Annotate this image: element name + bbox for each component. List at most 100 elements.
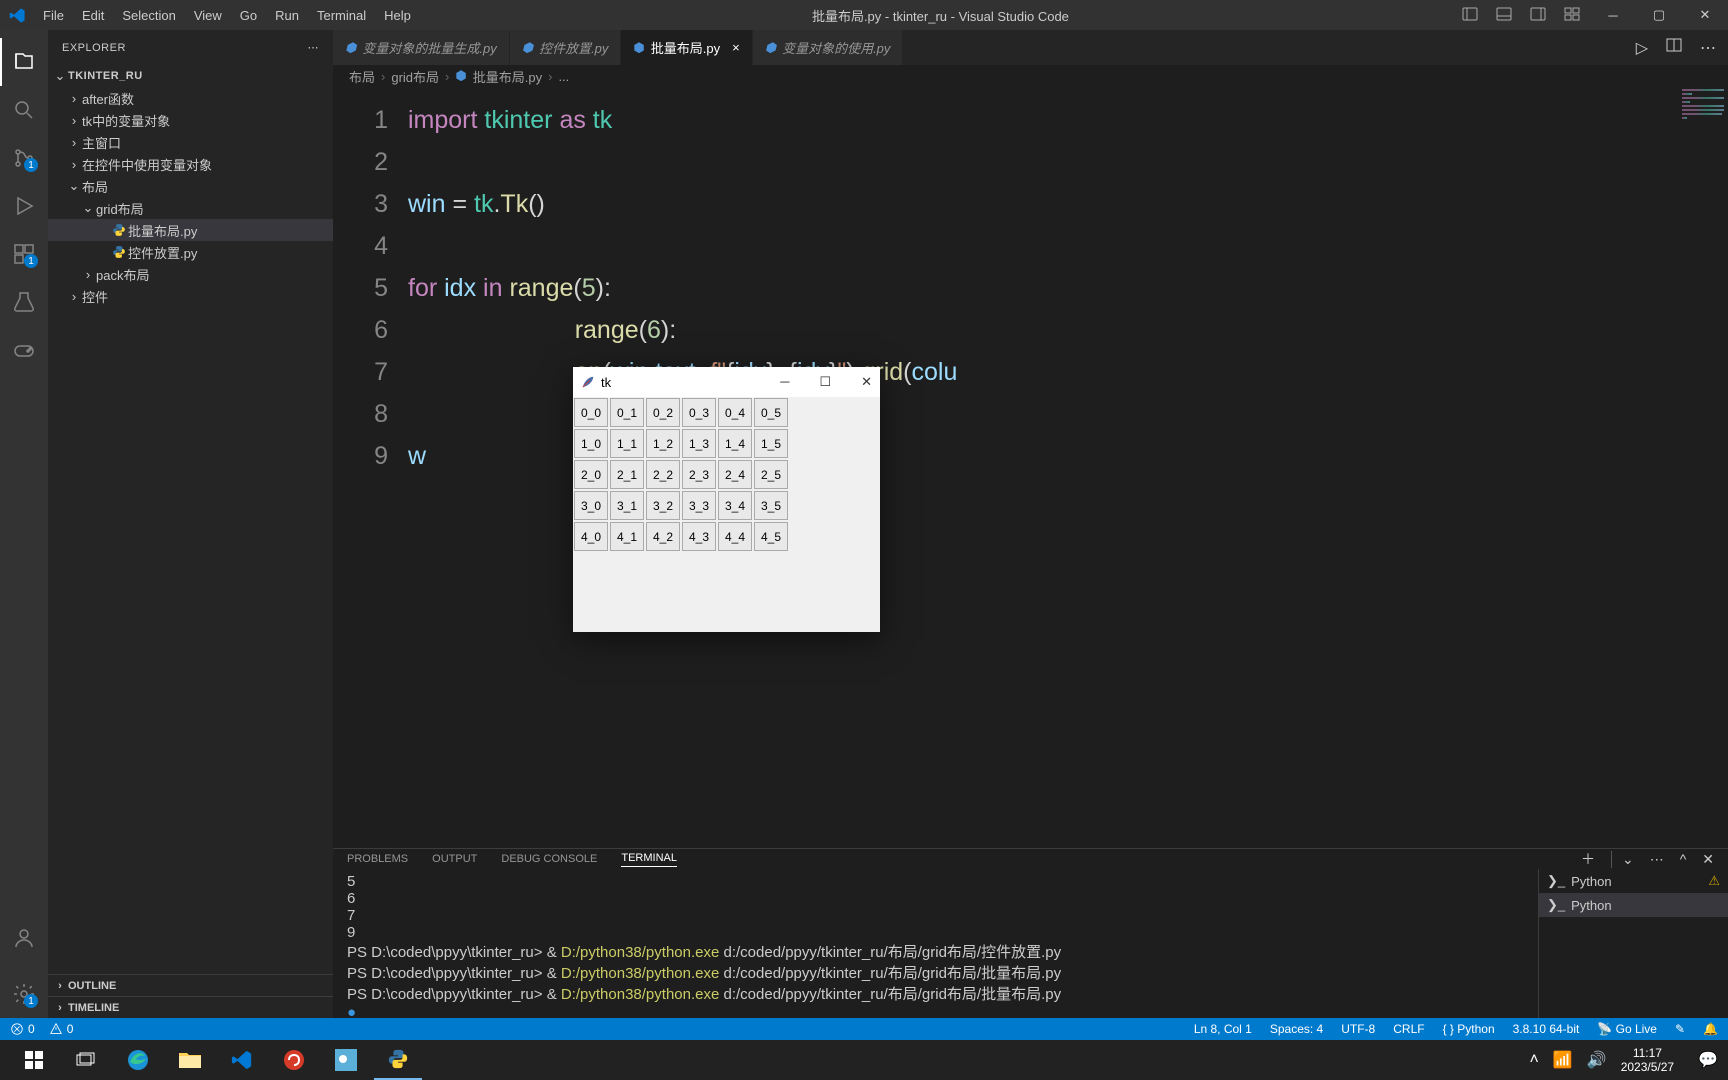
activity-explorer[interactable] — [0, 38, 48, 86]
tk-grid-button[interactable]: 1_5 — [754, 429, 788, 458]
tk-grid-button[interactable]: 1_1 — [610, 429, 644, 458]
layout-panel-bottom-icon[interactable] — [1496, 6, 1512, 25]
menu-view[interactable]: View — [186, 4, 230, 27]
activity-scm[interactable]: 1 — [0, 134, 48, 182]
status-ln-col[interactable]: Ln 8, Col 1 — [1194, 1022, 1252, 1036]
minimap[interactable] — [1678, 87, 1728, 848]
tk-grid-button[interactable]: 2_4 — [718, 460, 752, 489]
status-errors[interactable]: 0 — [10, 1022, 35, 1036]
tk-grid-button[interactable]: 4_1 — [610, 522, 644, 551]
menu-run[interactable]: Run — [267, 4, 307, 27]
status-notifications-icon[interactable]: 🔔 — [1703, 1022, 1718, 1036]
tray-volume-icon[interactable]: 🔊 — [1587, 1050, 1607, 1070]
activity-debug[interactable] — [0, 182, 48, 230]
tk-grid-button[interactable]: 1_0 — [574, 429, 608, 458]
python-taskbar-icon[interactable] — [374, 1040, 422, 1080]
panel-tab-problems[interactable]: PROBLEMS — [347, 853, 408, 865]
split-terminal-icon[interactable]: ⌄ — [1611, 851, 1634, 868]
status-golive[interactable]: 📡 Go Live — [1597, 1022, 1657, 1036]
tree-folder[interactable]: ›主窗口 — [48, 131, 333, 153]
tk-minimize-button[interactable]: ─ — [780, 374, 789, 390]
tree-file[interactable]: 控件放置.py — [48, 241, 333, 263]
editor-body[interactable]: 123456789 import tkinter as tk win = tk.… — [333, 87, 1728, 848]
tk-grid-button[interactable]: 3_3 — [682, 491, 716, 520]
status-warnings[interactable]: 0 — [49, 1022, 74, 1036]
tree-file[interactable]: 批量布局.py — [48, 219, 333, 241]
app-image-icon[interactable] — [322, 1040, 370, 1080]
menu-edit[interactable]: Edit — [74, 4, 112, 27]
editor-tab[interactable]: ⬢变量对象的批量生成.py — [333, 30, 510, 65]
close-button[interactable]: ✕ — [1682, 0, 1728, 30]
status-encoding[interactable]: UTF-8 — [1341, 1022, 1375, 1036]
tk-grid-button[interactable]: 4_5 — [754, 522, 788, 551]
tk-grid-button[interactable]: 2_1 — [610, 460, 644, 489]
maximize-button[interactable]: ▢ — [1636, 0, 1682, 30]
menu-selection[interactable]: Selection — [114, 4, 183, 27]
tk-app-window[interactable]: tk ─ ☐ ✕ 0_00_10_20_30_40_51_01_11_21_31… — [573, 367, 880, 632]
status-language[interactable]: { } Python — [1443, 1022, 1495, 1036]
activity-settings[interactable]: 1 — [0, 970, 48, 1018]
tk-grid-button[interactable]: 3_5 — [754, 491, 788, 520]
tk-grid-button[interactable]: 4_3 — [682, 522, 716, 551]
tk-grid-button[interactable]: 1_2 — [646, 429, 680, 458]
sidebar-more-icon[interactable]: ⋯ — [308, 41, 320, 54]
tk-maximize-button[interactable]: ☐ — [819, 374, 831, 390]
status-feedback-icon[interactable]: ✎ — [1675, 1022, 1685, 1036]
timeline-section[interactable]: › TIMELINE — [48, 996, 333, 1018]
layout-customize-icon[interactable] — [1564, 6, 1580, 25]
panel-close-icon[interactable]: ✕ — [1702, 851, 1714, 868]
taskbar-clock[interactable]: 11:17 2023/5/27 — [1621, 1046, 1684, 1074]
tray-notifications-icon[interactable]: 💬 — [1698, 1050, 1718, 1070]
status-eol[interactable]: CRLF — [1393, 1022, 1424, 1036]
taskview-button[interactable] — [62, 1040, 110, 1080]
layout-panel-left-icon[interactable] — [1462, 6, 1478, 25]
tk-grid-button[interactable]: 1_3 — [682, 429, 716, 458]
tk-grid-button[interactable]: 2_2 — [646, 460, 680, 489]
panel-tab-debug[interactable]: DEBUG CONSOLE — [501, 853, 597, 865]
tk-grid-button[interactable]: 0_1 — [610, 398, 644, 427]
tray-chevron-icon[interactable]: ˄ — [1530, 1051, 1539, 1069]
vscode-taskbar-icon[interactable] — [218, 1040, 266, 1080]
tk-grid-button[interactable]: 0_5 — [754, 398, 788, 427]
app-red-icon[interactable] — [270, 1040, 318, 1080]
tk-grid-button[interactable]: 3_0 — [574, 491, 608, 520]
tree-folder[interactable]: ›pack布局 — [48, 263, 333, 285]
tree-folder[interactable]: ›控件 — [48, 285, 333, 307]
menu-terminal[interactable]: Terminal — [309, 4, 374, 27]
tree-folder[interactable]: ›after函数 — [48, 87, 333, 109]
terminal-list-item[interactable]: ❯_ Python ⚠ — [1539, 869, 1728, 893]
menu-file[interactable]: File — [35, 4, 72, 27]
tk-grid-button[interactable]: 0_0 — [574, 398, 608, 427]
tk-grid-button[interactable]: 2_3 — [682, 460, 716, 489]
tree-folder[interactable]: ⌄grid布局 — [48, 197, 333, 219]
tk-grid-button[interactable]: 1_4 — [718, 429, 752, 458]
minimize-button[interactable]: ─ — [1590, 0, 1636, 30]
tk-grid-button[interactable]: 3_4 — [718, 491, 752, 520]
panel-tab-output[interactable]: OUTPUT — [432, 853, 477, 865]
outline-section[interactable]: › OUTLINE — [48, 974, 333, 996]
breadcrumb[interactable]: 布局 › grid布局 › ⬢ 批量布局.py › ... — [333, 65, 1728, 87]
tray-network-icon[interactable]: 📶 — [1553, 1050, 1573, 1070]
activity-testing[interactable] — [0, 278, 48, 326]
start-button[interactable] — [10, 1040, 58, 1080]
explorer-root[interactable]: ⌄ TKINTER_RU — [48, 65, 333, 87]
split-editor-icon[interactable] — [1666, 37, 1682, 58]
activity-extensions[interactable]: 1 — [0, 230, 48, 278]
tk-grid-button[interactable]: 2_0 — [574, 460, 608, 489]
panel-maximize-icon[interactable]: ^ — [1680, 851, 1687, 867]
editor-tab[interactable]: ⬢控件放置.py — [510, 30, 622, 65]
status-spaces[interactable]: Spaces: 4 — [1270, 1022, 1323, 1036]
tk-grid-button[interactable]: 2_5 — [754, 460, 788, 489]
run-icon[interactable]: ▷ — [1636, 38, 1648, 58]
tk-titlebar[interactable]: tk ─ ☐ ✕ — [573, 367, 880, 397]
file-explorer-icon[interactable] — [166, 1040, 214, 1080]
new-terminal-icon[interactable]: ＋ — [1581, 849, 1595, 869]
tab-close-icon[interactable]: × — [732, 40, 740, 55]
edge-icon[interactable] — [114, 1040, 162, 1080]
tk-grid-button[interactable]: 0_4 — [718, 398, 752, 427]
activity-game[interactable] — [0, 326, 48, 374]
terminal-list-item[interactable]: ❯_ Python — [1539, 893, 1728, 917]
tk-grid-button[interactable]: 3_2 — [646, 491, 680, 520]
more-actions-icon[interactable]: ⋯ — [1700, 38, 1716, 58]
activity-search[interactable] — [0, 86, 48, 134]
